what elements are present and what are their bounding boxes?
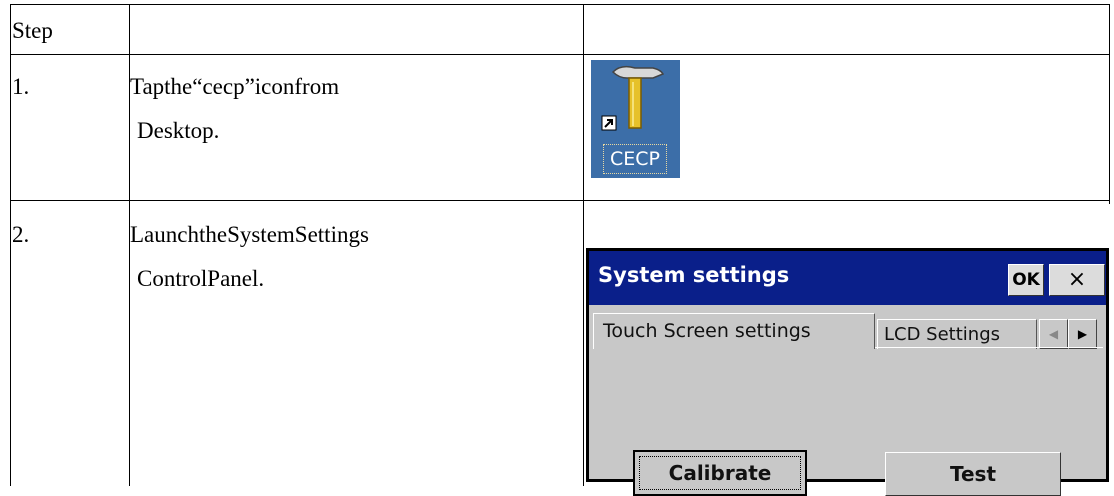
dialog-title: System settings	[598, 263, 790, 287]
table-row-divider	[10, 200, 1110, 201]
row-2-instruction-line1: LaunchtheSystemSettings	[130, 222, 369, 247]
system-settings-dialog: System settings OK × Touch Screen settin…	[586, 248, 1109, 496]
cecp-icon-label: CECP	[603, 144, 667, 174]
table-left-border	[10, 4, 11, 486]
table-row-divider	[10, 54, 1110, 55]
tab-scroll-left-icon[interactable]: ◀	[1039, 319, 1068, 349]
dialog-titlebar: System settings OK ×	[589, 251, 1106, 305]
test-button[interactable]: Test	[885, 452, 1061, 496]
table-right-border	[1109, 4, 1110, 204]
shortcut-arrow-icon	[601, 115, 617, 131]
close-button[interactable]: ×	[1049, 264, 1105, 296]
table-col-divider	[583, 4, 584, 486]
row-2-instruction-line2: ControlPanel.	[137, 266, 265, 291]
cecp-desktop-icon[interactable]: CECP	[591, 60, 680, 178]
table-top-border	[10, 4, 1110, 5]
row-1-instruction-line1: Tapthe“cecp”iconfrom	[130, 74, 340, 99]
calibrate-button-label: Calibrate	[639, 456, 801, 490]
calibrate-button[interactable]: Calibrate	[633, 450, 807, 496]
tab-scroll-right-icon[interactable]: ▶	[1068, 319, 1097, 349]
ok-button[interactable]: OK	[1008, 264, 1044, 296]
tab-scroll-arrows: ◀ ▶	[1039, 319, 1099, 349]
touch-screen-tab-panel: Calibrate Test	[593, 347, 1103, 496]
header-step: Step	[12, 18, 53, 43]
tab-touch-screen-settings[interactable]: Touch Screen settings	[593, 313, 875, 349]
tab-lcd-settings[interactable]: LCD Settings	[877, 319, 1037, 349]
row-1-instruction-line2: Desktop.	[137, 118, 220, 143]
row-1-number: 1.	[12, 74, 30, 99]
row-2-number: 2.	[12, 222, 30, 247]
hammer-icon	[601, 65, 665, 131]
